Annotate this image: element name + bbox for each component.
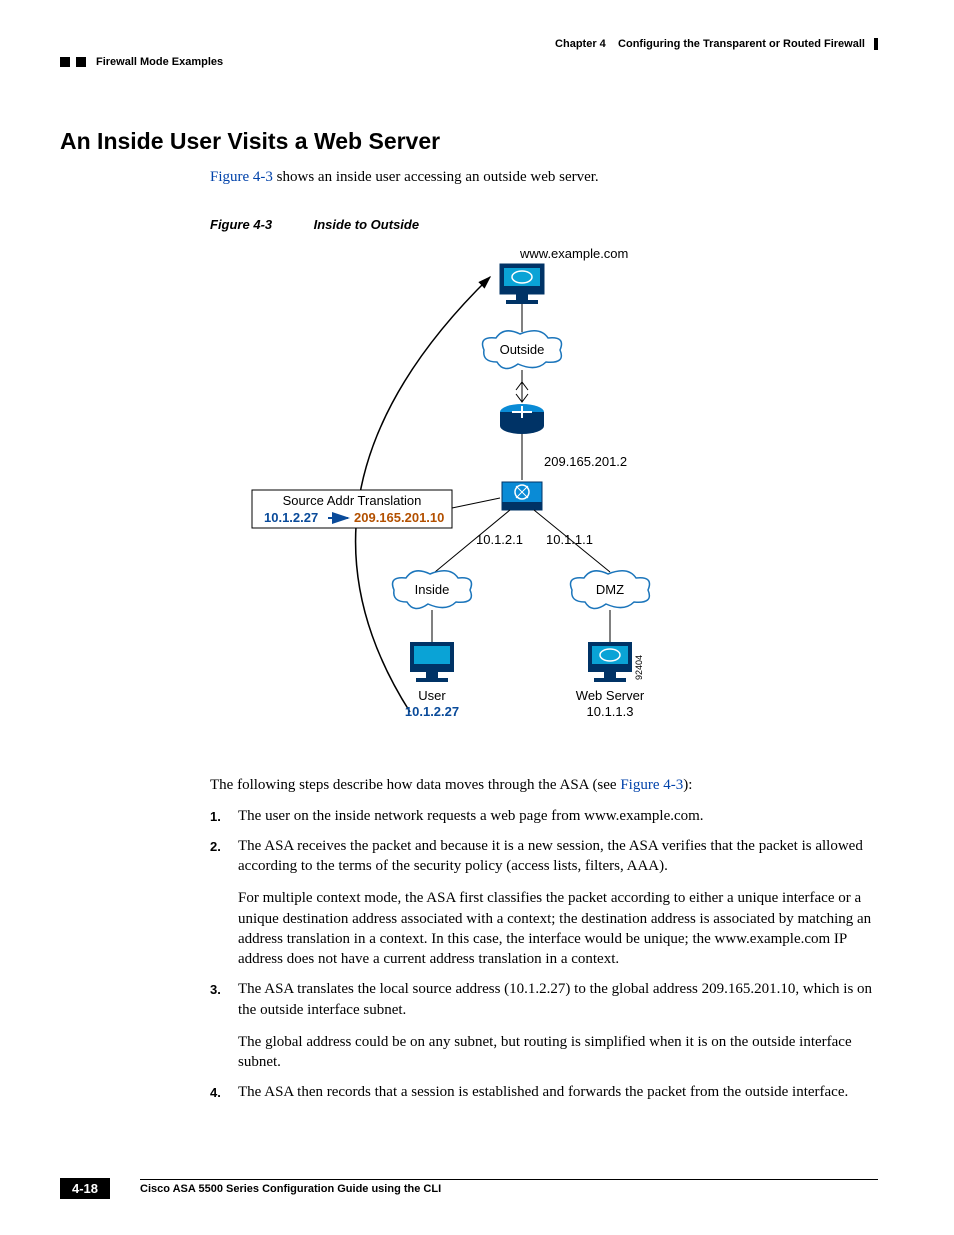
step-text: The ASA receives the packet and because … xyxy=(238,836,878,970)
figure-caption: Figure 4-3 Inside to Outside xyxy=(210,217,878,232)
step-text: The ASA translates the local source addr… xyxy=(238,979,878,1072)
figure-title: Inside to Outside xyxy=(314,217,419,232)
section-title: Firewall Mode Examples xyxy=(96,56,223,68)
list-item: 2. The ASA receives the packet and becau… xyxy=(210,836,878,970)
step-number: 3. xyxy=(210,979,238,1072)
label-diagram-id: 92404 xyxy=(634,655,644,680)
intro-paragraph: Figure 4-3 shows an inside user accessin… xyxy=(210,167,878,187)
label-inside: Inside xyxy=(415,582,450,597)
step-number: 1. xyxy=(210,806,238,826)
chapter-label: Chapter 4 xyxy=(555,38,606,50)
after-figure-post: ): xyxy=(683,777,692,793)
page-header-left: Firewall Mode Examples xyxy=(60,56,878,68)
figure-link[interactable]: Figure 4-3 xyxy=(620,777,683,793)
figure-link[interactable]: Figure 4-3 xyxy=(210,169,273,185)
label-web-server-ip: 10.1.1.3 xyxy=(587,704,634,719)
label-outside: Outside xyxy=(500,342,545,357)
list-item: 1. The user on the inside network reques… xyxy=(210,806,878,826)
step-text: The ASA then records that a session is e… xyxy=(238,1082,878,1102)
footer-title: Cisco ASA 5500 Series Configuration Guid… xyxy=(140,1183,878,1195)
after-figure-paragraph: The following steps describe how data mo… xyxy=(210,775,878,795)
list-item: 3. The ASA translates the local source a… xyxy=(210,979,878,1072)
steps-list: 1. The user on the inside network reques… xyxy=(210,806,878,1103)
header-square-icon xyxy=(60,57,70,67)
figure-number: Figure 4-3 xyxy=(210,217,310,232)
step-number: 2. xyxy=(210,836,238,970)
page-footer: Cisco ASA 5500 Series Configuration Guid… xyxy=(60,1179,878,1195)
step-number: 4. xyxy=(210,1082,238,1102)
label-nat-src: 10.1.2.27 xyxy=(264,510,318,525)
chapter-title: Configuring the Transparent or Routed Fi… xyxy=(618,38,865,50)
page-number: 4-18 xyxy=(60,1178,110,1199)
figure-diagram: www.example.com Outside xyxy=(210,242,878,757)
page-header: Chapter 4 Configuring the Transparent or… xyxy=(60,38,878,50)
label-user: User xyxy=(418,688,446,703)
label-nat-dst: 209.165.201.10 xyxy=(354,510,444,525)
label-web-server: Web Server xyxy=(576,688,645,703)
after-figure-pre: The following steps describe how data mo… xyxy=(210,777,620,793)
list-item: 4. The ASA then records that a session i… xyxy=(210,1082,878,1102)
label-asa-inside-ip: 10.1.2.1 xyxy=(476,532,523,547)
label-web-host: www.example.com xyxy=(519,246,628,261)
label-user-ip: 10.1.2.27 xyxy=(405,704,459,719)
heading-h2: An Inside User Visits a Web Server xyxy=(60,128,878,155)
step-text: The user on the inside network requests … xyxy=(238,806,878,826)
header-square-icon xyxy=(76,57,86,67)
label-nat-title: Source Addr Translation xyxy=(283,493,422,508)
label-dmz: DMZ xyxy=(596,582,624,597)
label-asa-dmz-ip: 10.1.1.1 xyxy=(546,532,593,547)
label-asa-outside-ip: 209.165.201.2 xyxy=(544,454,627,469)
intro-rest: shows an inside user accessing an outsid… xyxy=(273,169,599,185)
